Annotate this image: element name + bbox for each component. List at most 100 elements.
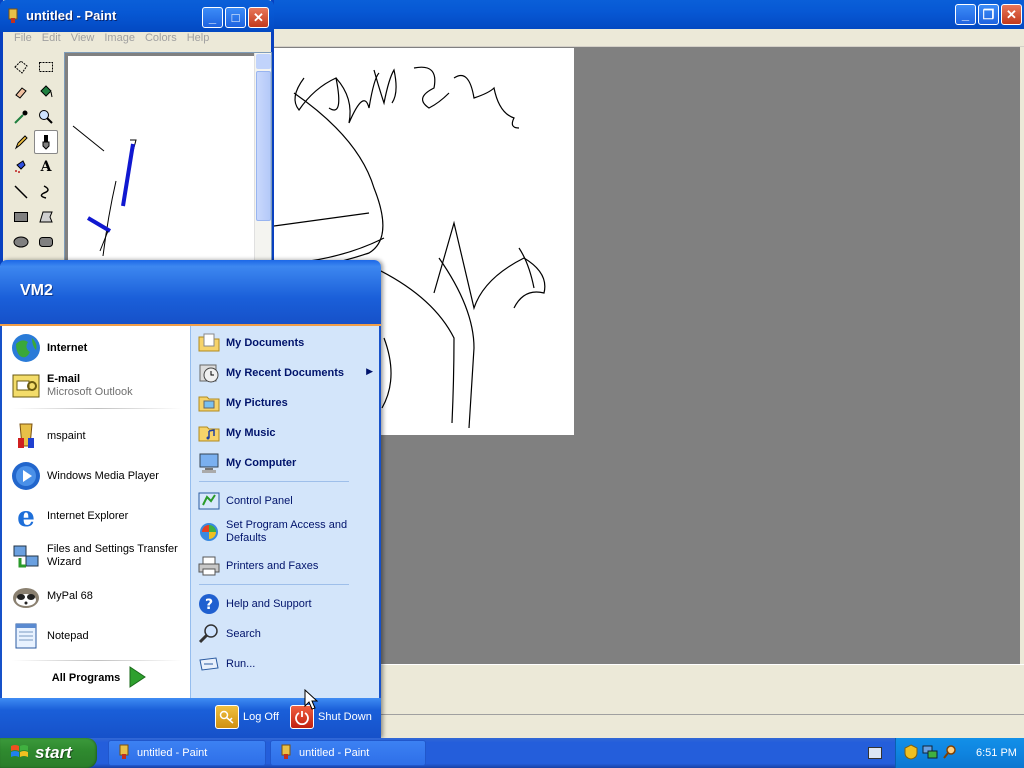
shut-down-label: Shut Down xyxy=(318,711,372,723)
magnifier-icon[interactable] xyxy=(34,105,58,129)
small-drawing xyxy=(72,125,137,257)
menu-view[interactable]: View xyxy=(66,29,100,48)
curve-icon[interactable] xyxy=(34,180,58,204)
pinned-email[interactable]: E-mail Microsoft Outlook xyxy=(10,370,188,402)
brush-icon[interactable] xyxy=(34,130,58,154)
text-icon[interactable]: A xyxy=(34,155,58,179)
free-form-select-icon[interactable] xyxy=(9,55,33,79)
network-icon[interactable] xyxy=(922,744,938,763)
menu-image[interactable]: Image xyxy=(99,29,140,48)
help-and-support[interactable]: ? Help and Support xyxy=(197,592,372,616)
green-arrow-icon xyxy=(128,666,147,691)
taskbar-item-label: untitled - Paint xyxy=(137,747,208,759)
control-panel-label: Control Panel xyxy=(226,494,293,507)
separator xyxy=(199,481,349,482)
set-program-access[interactable]: Set Program Access and Defaults xyxy=(197,519,372,545)
search[interactable]: Search xyxy=(197,622,372,646)
pinned-internet-label: Internet xyxy=(47,341,88,354)
all-programs-button[interactable]: All Programs xyxy=(10,666,188,691)
taskbar-item-label: untitled - Paint xyxy=(299,747,370,759)
recent-ie-label: Internet Explorer xyxy=(47,509,129,522)
music-folder-icon xyxy=(197,421,221,445)
ellipse-icon[interactable] xyxy=(9,230,33,254)
rect-select-icon[interactable] xyxy=(34,55,58,79)
airbrush-icon[interactable] xyxy=(9,155,33,179)
minimize-button[interactable]: _ xyxy=(955,4,976,25)
all-programs-label: All Programs xyxy=(51,672,121,684)
run-label: Run... xyxy=(226,657,256,670)
recent-mspaint-label: mspaint xyxy=(47,429,86,442)
line-icon[interactable] xyxy=(9,180,33,204)
separator xyxy=(199,584,349,585)
system-tray: 6:51 PM xyxy=(895,738,1024,768)
recent-notepad[interactable]: Notepad xyxy=(10,620,188,652)
start-button[interactable]: start xyxy=(0,738,97,768)
scroll-up-button[interactable] xyxy=(256,54,271,69)
scroll-thumb[interactable] xyxy=(256,71,271,221)
place-my-pictures[interactable]: My Pictures xyxy=(197,391,372,415)
run-icon xyxy=(197,652,221,676)
pinned-email-label: E-mail xyxy=(47,373,81,385)
place-my-music-label: My Music xyxy=(226,426,276,439)
start-menu-header: VM2 xyxy=(0,260,381,326)
paint-drawing-canvas[interactable] xyxy=(68,56,254,262)
keyboard-icon[interactable] xyxy=(868,747,882,759)
menu-file[interactable]: File xyxy=(9,29,37,48)
pictures-folder-icon xyxy=(197,391,221,415)
rounded-rectangle-icon[interactable] xyxy=(34,230,58,254)
minimize-button[interactable]: _ xyxy=(202,7,223,28)
recent-mypal[interactable]: MyPal 68 xyxy=(10,580,188,612)
recent-files-settings-wizard[interactable]: Files and Settings Transfer Wizard xyxy=(10,540,188,572)
place-my-music[interactable]: My Music xyxy=(197,421,372,445)
documents-folder-icon xyxy=(197,331,221,355)
close-button[interactable]: ✕ xyxy=(1001,4,1022,25)
place-my-computer[interactable]: My Computer xyxy=(197,451,372,475)
place-my-pictures-label: My Pictures xyxy=(226,396,288,409)
rectangle-icon[interactable] xyxy=(9,205,33,229)
printers-and-faxes[interactable]: Printers and Faxes xyxy=(197,554,372,578)
restore-button[interactable]: ❐ xyxy=(978,4,999,25)
place-my-computer-label: My Computer xyxy=(226,456,297,469)
run[interactable]: Run... xyxy=(197,652,372,676)
place-my-recent-documents[interactable]: My Recent Documents ▶ xyxy=(197,361,375,385)
fill-bucket-icon[interactable] xyxy=(34,80,58,104)
eraser-icon[interactable] xyxy=(9,80,33,104)
pinned-internet[interactable]: Internet xyxy=(10,332,188,364)
recent-internet-explorer[interactable]: e Internet Explorer xyxy=(10,499,188,533)
log-off-button[interactable]: Log Off xyxy=(215,705,279,729)
notepad-icon xyxy=(10,620,42,652)
control-panel[interactable]: Control Panel xyxy=(197,489,372,513)
transfer-wizard-icon xyxy=(10,540,42,572)
maximize-button[interactable]: □ xyxy=(225,7,246,28)
recent-mspaint[interactable]: mspaint xyxy=(10,420,188,452)
windows-logo-icon xyxy=(10,743,30,764)
outlook-icon xyxy=(10,370,42,402)
help-icon: ? xyxy=(197,592,221,616)
vertical-scrollbar[interactable] xyxy=(254,53,271,262)
taskbar-item-paint-2[interactable]: untitled - Paint xyxy=(270,740,426,766)
internet-explorer-icon: e xyxy=(17,499,35,533)
search-tray-icon[interactable] xyxy=(942,744,958,763)
globe-icon xyxy=(10,332,42,364)
place-my-documents[interactable]: My Documents xyxy=(197,331,372,355)
recent-notepad-label: Notepad xyxy=(47,629,89,642)
submenu-arrow-icon: ▶ xyxy=(366,366,373,376)
security-shield-icon[interactable] xyxy=(904,743,918,763)
paint-titlebar[interactable]: untitled - Paint _ □ ✕ xyxy=(0,0,274,32)
menu-help[interactable]: Help xyxy=(182,29,215,48)
pick-color-icon[interactable] xyxy=(9,105,33,129)
clock[interactable]: 6:51 PM xyxy=(976,747,1017,759)
menu-colors[interactable]: Colors xyxy=(140,29,182,48)
menu-edit[interactable]: Edit xyxy=(37,29,66,48)
toolbox: A xyxy=(7,53,59,263)
printers-and-faxes-label: Printers and Faxes xyxy=(226,559,319,572)
pencil-icon[interactable] xyxy=(9,130,33,154)
paint-canvas-area xyxy=(64,52,272,263)
taskbar-item-paint-1[interactable]: untitled - Paint xyxy=(108,740,266,766)
search-label: Search xyxy=(226,627,261,640)
shut-down-button[interactable]: Shut Down xyxy=(290,705,372,729)
polygon-icon[interactable] xyxy=(34,205,58,229)
close-button[interactable]: ✕ xyxy=(248,7,269,28)
recent-windows-media-player[interactable]: Windows Media Player xyxy=(10,460,188,492)
taskbar: start untitled - Paint untitled - Paint … xyxy=(0,738,1024,768)
